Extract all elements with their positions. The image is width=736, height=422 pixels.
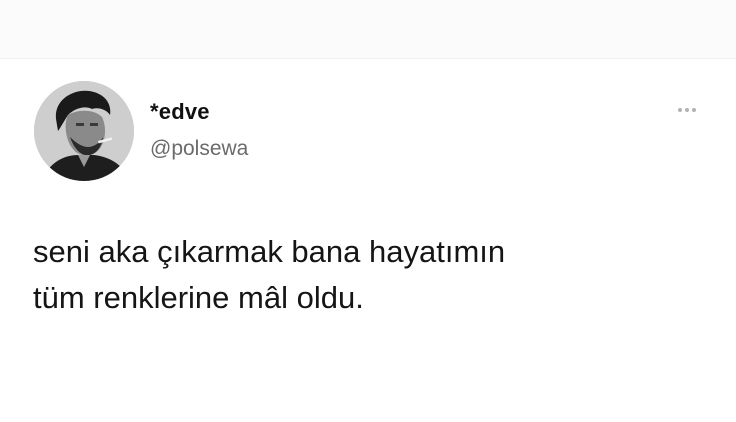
more-options-button[interactable] [670,101,704,119]
more-horizontal-icon [685,108,689,112]
tweet-text: seni aka çıkarmak bana hayatımın tüm ren… [33,229,693,321]
handle[interactable]: @polsewa [150,137,248,161]
avatar[interactable] [34,81,134,181]
tweet-text-line: tüm renklerine mâl oldu. [33,280,364,315]
display-name[interactable]: *edve [150,99,210,125]
profile-photo [34,81,134,181]
tweet-card: *edve @polsewa seni aka çıkarmak bana ha… [0,59,736,422]
more-horizontal-icon [692,108,696,112]
more-horizontal-icon [678,108,682,112]
top-strip [0,0,736,59]
tweet-text-line: seni aka çıkarmak bana hayatımın [33,234,506,269]
